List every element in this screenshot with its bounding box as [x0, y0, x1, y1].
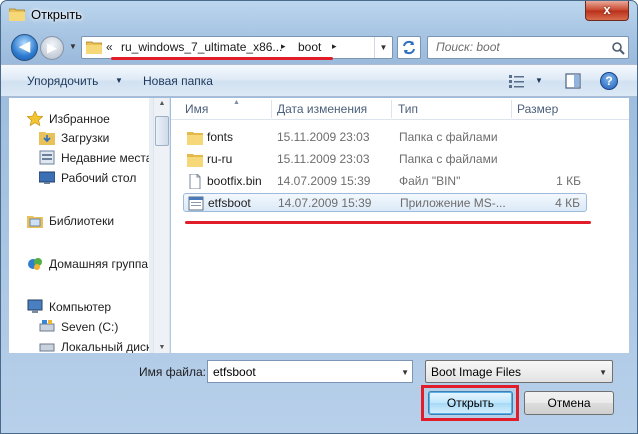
back-button[interactable]: ◀	[11, 34, 38, 61]
help-button[interactable]: ?	[600, 72, 618, 90]
recent-places-icon	[39, 150, 55, 165]
filename-value: etfsboot	[213, 365, 256, 379]
column-divider[interactable]	[511, 100, 512, 118]
breadcrumb-separator[interactable]: ▸	[332, 41, 337, 52]
back-arrow-icon: ◀	[18, 38, 31, 55]
filetype-value: Boot Image Files	[431, 365, 522, 379]
breadcrumb-segment-boot[interactable]: boot	[298, 40, 321, 54]
column-divider[interactable]	[271, 100, 272, 118]
filename-field[interactable]: etfsboot ▼	[207, 360, 413, 383]
navigation-pane: Избранное Загрузки Недавние места Рабочи…	[9, 98, 149, 353]
file-icon	[189, 174, 201, 189]
address-dropdown-button[interactable]: ▼	[374, 37, 392, 58]
search-placeholder: Поиск: boot	[436, 40, 500, 54]
cancel-button[interactable]: Отмена	[524, 391, 614, 415]
refresh-button[interactable]	[397, 36, 421, 59]
file-row[interactable]: fonts 15.11.2009 23:03 Папка с файлами	[183, 128, 587, 147]
column-header-date[interactable]: Дата изменения	[277, 102, 367, 116]
title-bar: Открыть x	[1, 1, 637, 29]
homegroup-icon	[28, 258, 42, 270]
scroll-up-icon[interactable]: ▲	[157, 100, 167, 107]
close-button[interactable]: x	[585, 1, 629, 21]
star-icon	[27, 111, 43, 126]
breadcrumb-separator[interactable]: ▸	[281, 41, 286, 52]
column-header-size[interactable]: Размер	[517, 102, 558, 116]
column-headers: Имя ▲ Дата изменения Тип Размер	[171, 98, 629, 120]
view-options-icon[interactable]	[509, 74, 525, 88]
organize-button[interactable]: Упорядочить	[27, 74, 98, 88]
scrollbar-thumb[interactable]	[155, 116, 169, 146]
file-row-selected[interactable]: etfsboot 14.07.2009 15:39 Приложение MS-…	[183, 193, 587, 212]
address-overflow-chevron[interactable]: «	[106, 40, 113, 54]
libraries-icon	[27, 216, 43, 228]
downloads-folder-icon	[39, 132, 55, 145]
chevron-down-icon[interactable]: ▼	[115, 76, 123, 85]
search-icon[interactable]	[611, 41, 625, 55]
filename-label: Имя файла:	[139, 365, 206, 379]
preview-pane-icon[interactable]	[565, 73, 581, 89]
computer-icon	[27, 299, 43, 313]
navigation-scrollbar[interactable]: ▲ ▼	[153, 98, 170, 353]
forward-arrow-icon: ▶	[47, 40, 57, 55]
application-icon	[188, 196, 204, 211]
folder-icon	[9, 8, 25, 21]
open-file-dialog: Открыть x ◀ ▶ ▼ « ru_windows_7_ultimate_…	[0, 0, 638, 434]
chevron-down-icon: ▼	[599, 368, 607, 377]
open-button[interactable]: Открыть	[428, 391, 513, 415]
file-list: Имя ▲ Дата изменения Тип Размер fonts 15.…	[171, 98, 629, 353]
red-underline-annotation	[185, 221, 591, 224]
desktop-icon	[39, 171, 55, 184]
breadcrumb-segment-root[interactable]: ru_windows_7_ultimate_x86...	[121, 40, 282, 54]
search-input[interactable]: Поиск: boot	[427, 36, 629, 59]
column-header-name[interactable]: Имя ▲	[185, 99, 240, 116]
drive-icon	[39, 343, 55, 352]
recent-pages-dropdown[interactable]: ▼	[67, 41, 79, 53]
folder-icon	[187, 154, 203, 167]
folder-icon	[86, 41, 102, 54]
column-divider[interactable]	[391, 100, 392, 118]
sort-ascending-icon: ▲	[233, 99, 240, 106]
chevron-down-icon[interactable]: ▼	[401, 368, 409, 377]
file-row[interactable]: bootfix.bin 14.07.2009 15:39 Файл "BIN" …	[183, 172, 587, 191]
scroll-down-icon[interactable]: ▼	[157, 344, 167, 351]
red-underline-annotation	[111, 57, 333, 60]
refresh-icon	[403, 40, 415, 55]
drive-icon	[39, 320, 55, 332]
chevron-down-icon[interactable]: ▼	[535, 76, 543, 85]
folder-icon	[187, 132, 203, 145]
column-header-type[interactable]: Тип	[398, 102, 418, 116]
command-toolbar: Упорядочить ▼ Новая папка ▼ ?	[1, 64, 637, 97]
filetype-select[interactable]: Boot Image Files ▼	[425, 360, 613, 383]
file-row[interactable]: ru-ru 15.11.2009 23:03 Папка с файлами	[183, 150, 587, 169]
new-folder-button[interactable]: Новая папка	[143, 74, 213, 88]
address-bar[interactable]: « ru_windows_7_ultimate_x86... ▸ boot ▸ …	[81, 36, 393, 59]
forward-button[interactable]: ▶	[40, 36, 64, 60]
window-title: Открыть	[31, 7, 83, 22]
